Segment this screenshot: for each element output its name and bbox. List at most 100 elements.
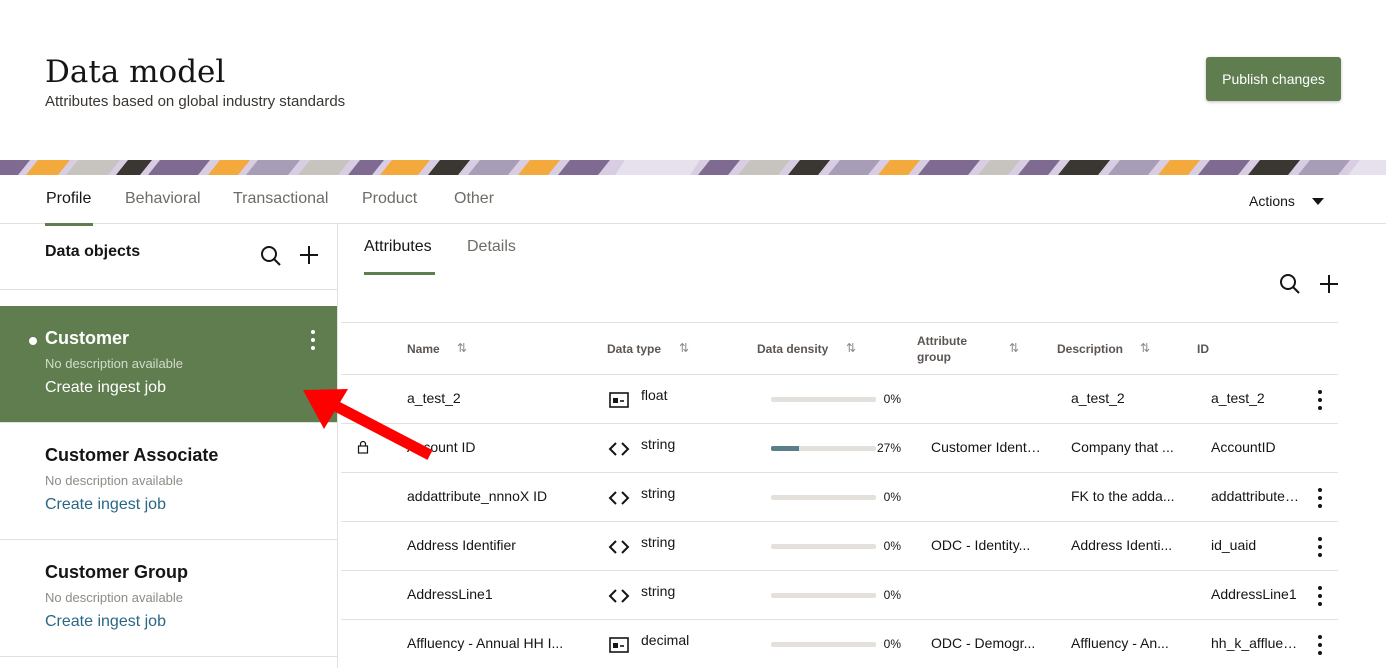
- cell-data-density: 0%: [883, 490, 901, 504]
- subtab-attributes[interactable]: Attributes: [364, 238, 432, 256]
- cell-data-density: 0%: [883, 588, 901, 602]
- code-icon: [608, 589, 630, 603]
- cell-id: addattribute_nnnoX: [1211, 488, 1301, 504]
- table-row[interactable]: AddressLine1 string 0% AddressLine1: [341, 571, 1338, 620]
- cell-id: AccountID: [1211, 439, 1276, 455]
- create-ingest-job-link[interactable]: Create ingest job: [45, 496, 166, 514]
- data-object-name: Customer Group: [45, 562, 189, 582]
- annotation-arrow: [303, 389, 433, 460]
- cell-name: addattribute_nnnoX ID: [407, 488, 548, 504]
- tab-behavioral[interactable]: Behavioral: [125, 190, 201, 208]
- column-header-description[interactable]: Description: [1057, 341, 1123, 357]
- cell-id: a_test_2: [1211, 390, 1265, 406]
- cell-data-type: decimal: [641, 632, 690, 648]
- data-object-customer[interactable]: Customer No description available Create…: [0, 306, 337, 423]
- cell-data-type: string: [641, 485, 676, 501]
- cell-description: FK to the adda...: [1071, 488, 1175, 504]
- cell-description: Affluency - An...: [1071, 635, 1169, 651]
- cell-data-density: 0%: [883, 539, 901, 553]
- row-actions-icon[interactable]: [1318, 537, 1322, 557]
- data-object-description: No description available: [45, 473, 184, 488]
- column-header-attribute-group[interactable]: Attribute group: [917, 333, 967, 365]
- caret-down-icon[interactable]: [1312, 198, 1324, 205]
- cell-data-density: 0%: [883, 392, 901, 406]
- data-density-fill: [771, 446, 800, 451]
- code-icon: [608, 540, 630, 554]
- subtab-details[interactable]: Details: [467, 238, 516, 256]
- page-title: Data model: [45, 54, 226, 90]
- create-ingest-job-link[interactable]: Create ingest job: [45, 613, 166, 631]
- table-row[interactable]: addattribute_nnnoX ID string 0% FK to the a…: [341, 473, 1338, 522]
- create-ingest-job-link[interactable]: Create ingest job: [45, 379, 166, 397]
- cell-name: Address Identifier: [407, 537, 516, 553]
- cell-description: a_test_2: [1071, 390, 1125, 406]
- column-header-name[interactable]: Name: [407, 341, 440, 357]
- column-header-data-density[interactable]: Data density: [757, 341, 828, 357]
- add-icon[interactable]: [297, 243, 321, 267]
- active-subtab-indicator: [364, 272, 435, 275]
- cell-description: Address Identi...: [1071, 537, 1173, 553]
- cell-attribute-group: ODC - Identity...: [931, 537, 1031, 553]
- sort-icon[interactable]: ⇅: [846, 341, 856, 355]
- cell-attribute-group: ODC - Demogr...: [931, 635, 1036, 651]
- data-object-customer-associate[interactable]: Customer Associate No description availa…: [0, 423, 337, 540]
- tab-product[interactable]: Product: [362, 190, 417, 208]
- publish-changes-button[interactable]: Publish changes: [1206, 57, 1341, 101]
- more-options-icon[interactable]: [311, 330, 315, 350]
- data-object-name: Customer Associate: [45, 445, 219, 465]
- page-subtitle: Attributes based on global industry stan…: [45, 93, 346, 110]
- row-actions-icon[interactable]: [1318, 390, 1322, 410]
- decorative-banner: [0, 160, 1386, 175]
- page-header: Data model Attributes based on global in…: [0, 0, 1386, 160]
- sort-icon[interactable]: ⇅: [457, 341, 467, 355]
- actions-menu-button[interactable]: Actions: [1249, 193, 1295, 209]
- data-object-description: No description available: [45, 590, 184, 605]
- row-actions-icon[interactable]: [1318, 635, 1322, 655]
- data-object-customer-group[interactable]: Customer Group No description available …: [0, 540, 337, 657]
- column-header-id[interactable]: ID: [1197, 341, 1209, 357]
- sort-icon[interactable]: ⇅: [679, 341, 689, 355]
- column-header-attribute-group-line2: group: [917, 350, 951, 364]
- table-row[interactable]: Affluency - Annual HH I... decimal 0% ODC -…: [341, 620, 1338, 668]
- search-icon[interactable]: [259, 244, 283, 268]
- data-object-name: Customer: [45, 328, 130, 348]
- number-icon: [609, 392, 629, 408]
- table-row[interactable]: Account ID string 27% Customer Identifier Co…: [341, 424, 1338, 473]
- cell-name: AddressLine1: [407, 586, 493, 602]
- column-header-attribute-group-line1: Attribute: [917, 334, 967, 348]
- cell-id: AddressLine1: [1211, 586, 1297, 602]
- row-actions-icon[interactable]: [1318, 488, 1322, 508]
- cell-id: id_uaid: [1211, 537, 1257, 553]
- tab-other[interactable]: Other: [454, 190, 494, 208]
- cell-description: Company that ...: [1071, 439, 1174, 455]
- attributes-panel: Attributes Details Name ⇅ Data type ⇅ Da…: [339, 224, 1386, 668]
- cell-data-type: string: [641, 583, 676, 599]
- tab-profile[interactable]: Profile: [46, 190, 91, 208]
- table-header: Name ⇅ Data type ⇅ Data density ⇅ Attrib…: [341, 322, 1338, 375]
- sort-icon[interactable]: ⇅: [1009, 341, 1019, 355]
- code-icon: [608, 442, 630, 456]
- cell-attribute-group: Customer Identifier: [931, 439, 1043, 455]
- cell-data-density: 0%: [883, 637, 901, 651]
- data-objects-panel: Data objects Customer No description ava…: [0, 224, 338, 668]
- cell-data-density: 27%: [876, 441, 901, 455]
- number-icon: [609, 637, 629, 653]
- category-tabs: Profile Behavioral Transactional Product…: [0, 175, 1386, 226]
- row-actions-icon[interactable]: [1318, 586, 1322, 606]
- sort-icon[interactable]: ⇅: [1140, 341, 1150, 355]
- column-header-data-type[interactable]: Data type: [607, 341, 661, 357]
- table-row[interactable]: Address Identifier string 0% ODC - Identity…: [341, 522, 1338, 571]
- code-icon: [608, 491, 630, 505]
- add-attribute-icon[interactable]: [1317, 272, 1341, 296]
- cell-id: hh_k_affluency: [1211, 635, 1301, 651]
- cell-data-type: float: [641, 387, 668, 403]
- cell-name: Affluency - Annual HH I...: [407, 635, 564, 651]
- cell-data-type: string: [641, 436, 676, 452]
- selected-dot-icon: [29, 337, 37, 345]
- divider: [0, 289, 338, 290]
- table-row[interactable]: a_test_2 float 0% a_test_2 a_test_2: [341, 375, 1338, 424]
- data-objects-title: Data objects: [45, 243, 141, 260]
- data-object-description: No description available: [45, 356, 184, 371]
- search-icon[interactable]: [1278, 272, 1302, 296]
- tab-transactional[interactable]: Transactional: [233, 190, 328, 208]
